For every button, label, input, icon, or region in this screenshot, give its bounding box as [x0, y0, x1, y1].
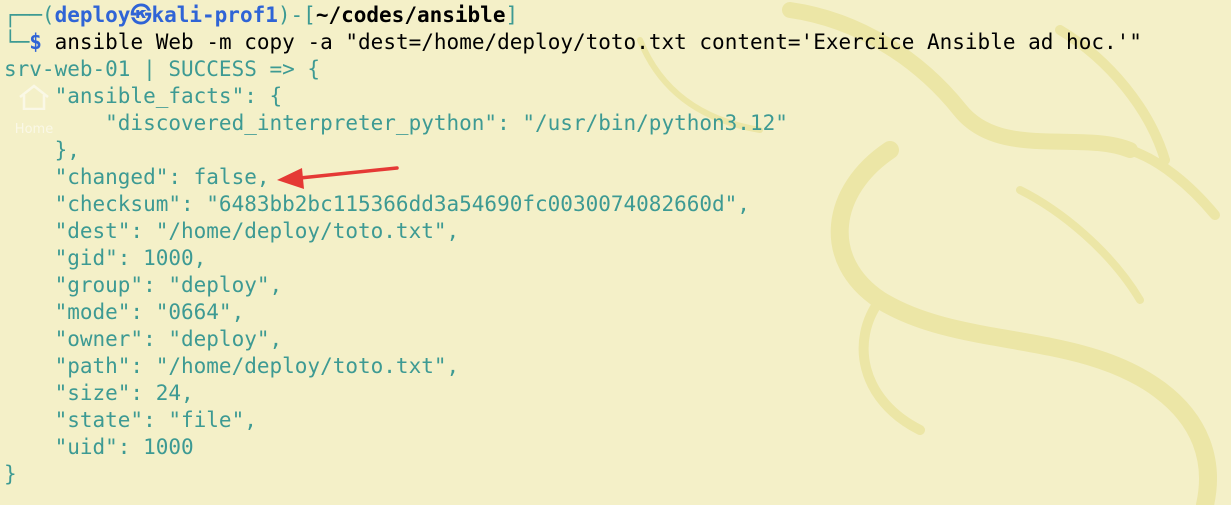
annotation-arrow-icon	[277, 166, 399, 189]
